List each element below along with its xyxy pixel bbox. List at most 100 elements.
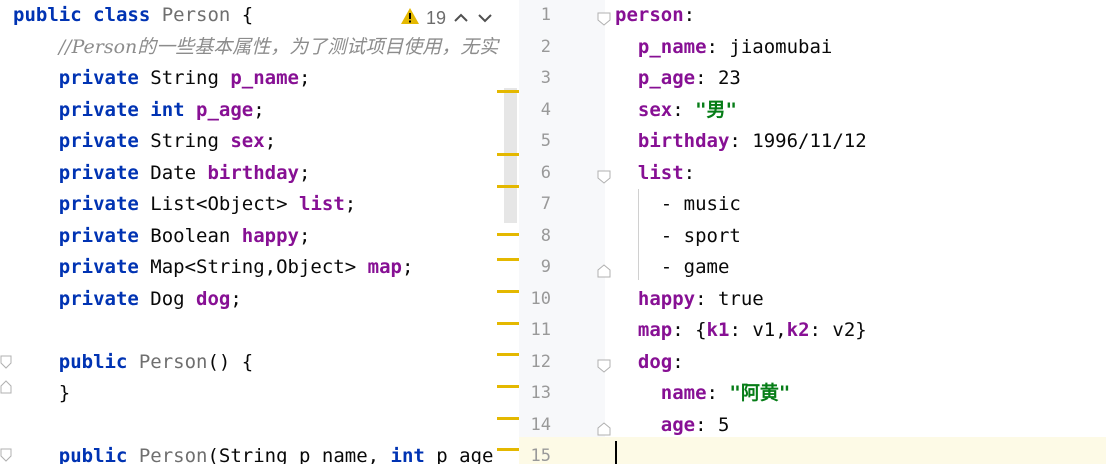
line-number: 1 <box>540 5 551 25</box>
code-line[interactable]: dog: <box>615 347 684 378</box>
code-line[interactable]: private String sex; <box>13 126 276 157</box>
inspection-widget[interactable]: 19 <box>400 6 501 30</box>
scroll-warning-marker[interactable] <box>497 153 519 156</box>
code-line[interactable]: p_age: 23 <box>615 63 741 94</box>
code-token: int <box>150 98 197 121</box>
code-token: birthday <box>637 130 730 152</box>
code-line[interactable]: private Boolean happy; <box>13 221 311 252</box>
code-token: (String p_name, <box>207 445 391 464</box>
yaml-editor-pane[interactable]: 1 2 3 4 5 6 7 8 9 10 11 12 13 14 15 person: p_name: ji… <box>519 0 1106 464</box>
code-token: sex <box>637 98 673 121</box>
chevron-down-icon[interactable] <box>476 9 494 27</box>
scroll-warning-marker[interactable] <box>497 417 519 420</box>
code-token: map <box>637 319 673 341</box>
code-line[interactable]: p_name: jiaomubai <box>615 32 832 63</box>
line-number: 9 <box>540 257 551 277</box>
code-token: { <box>230 4 254 26</box>
code-token: Map<String,Object> <box>150 256 368 278</box>
code-token: Boolean <box>150 224 242 247</box>
code-token: () { <box>207 350 254 373</box>
code-line[interactable]: birthday: 1996/11/12 <box>615 126 867 157</box>
line-number: 12 <box>530 351 551 372</box>
chevron-up-icon[interactable] <box>452 9 470 27</box>
fold-marker-icon[interactable] <box>597 356 611 373</box>
code-line[interactable]: list: <box>615 158 695 189</box>
scroll-warning-marker[interactable] <box>497 290 519 293</box>
code-token: p_age <box>196 98 254 121</box>
code-token: private <box>58 287 151 310</box>
fold-marker-icon[interactable] <box>597 9 611 26</box>
code-token: : v2} <box>809 319 867 341</box>
line-number: 8 <box>540 225 551 246</box>
code-token: String <box>150 130 231 152</box>
code-line[interactable]: //Person的一些基本属性，为了测试项目使用，无实 <box>13 32 499 63</box>
scroll-warning-marker[interactable] <box>497 322 519 325</box>
code-token: list <box>299 193 345 215</box>
fold-marker-icon[interactable] <box>597 419 611 435</box>
code-token: int <box>390 445 437 464</box>
code-token: ; <box>264 130 277 152</box>
code-line[interactable]: private String p_name; <box>13 63 311 94</box>
code-line[interactable]: private Map<String,Object> map; <box>13 252 414 283</box>
code-token: Date <box>150 161 208 184</box>
scroll-warning-marker[interactable] <box>497 385 519 388</box>
fold-marker-icon[interactable] <box>597 167 611 184</box>
scroll-warning-marker[interactable] <box>497 90 519 93</box>
text-caret <box>615 441 617 464</box>
scroll-warning-marker[interactable] <box>497 185 519 188</box>
code-line[interactable]: happy: true <box>615 284 764 315</box>
code-line[interactable]: name: "阿黄" <box>615 378 791 409</box>
code-line[interactable]: } <box>13 378 70 409</box>
code-line[interactable]: private List<Object> list; <box>13 189 356 220</box>
fold-marker-icon[interactable] <box>0 380 12 394</box>
code-token: ; <box>401 256 414 278</box>
scroll-warning-marker[interactable] <box>497 353 519 356</box>
code-token: p_age <box>637 67 696 89</box>
fold-marker-icon[interactable] <box>0 355 12 369</box>
scroll-warning-marker[interactable] <box>497 233 519 236</box>
code-line[interactable]: map: {k1: v1,k2: v2} <box>615 315 867 346</box>
code-line[interactable]: person: <box>615 0 695 31</box>
scroll-warning-marker[interactable] <box>497 448 519 451</box>
code-token: : <box>672 98 696 121</box>
code-line[interactable]: public Person() { <box>13 347 253 378</box>
code-line[interactable]: public class Person { <box>13 0 253 31</box>
code-token: List<Object> <box>150 193 299 215</box>
fold-marker-icon[interactable] <box>597 261 611 278</box>
code-line[interactable]: private int p_age; <box>13 95 265 126</box>
code-token: private <box>58 256 151 278</box>
scroll-warning-marker[interactable] <box>497 258 519 261</box>
code-line[interactable]: - music <box>615 189 741 220</box>
code-token: : <box>706 382 730 404</box>
code-token: k1 <box>706 319 730 341</box>
line-number: 13 <box>530 383 551 403</box>
code-token: : jiaomubai <box>706 35 833 58</box>
code-line[interactable]: age: 5 <box>615 410 730 441</box>
code-line[interactable]: - sport <box>615 221 741 252</box>
java-editor-pane[interactable]: public class Person { //Person的一些基本属性，为了… <box>0 0 519 464</box>
code-line[interactable]: sex: "男" <box>615 95 737 126</box>
code-token: ; <box>299 67 311 89</box>
fold-marker-icon[interactable] <box>0 448 12 462</box>
code-token: happy <box>241 224 299 247</box>
code-token: ; <box>344 193 357 215</box>
code-token: - game <box>615 256 730 278</box>
code-token: age <box>660 413 696 436</box>
line-number: 11 <box>530 320 551 340</box>
code-line[interactable]: private Dog dog; <box>13 284 242 315</box>
code-line[interactable]: - game <box>615 252 730 283</box>
code-line[interactable]: private Date birthday; <box>13 158 311 189</box>
code-line[interactable]: public Person(String p_name, int p_age <box>13 441 494 464</box>
line-number: 2 <box>540 36 551 57</box>
code-token: : <box>672 350 684 373</box>
